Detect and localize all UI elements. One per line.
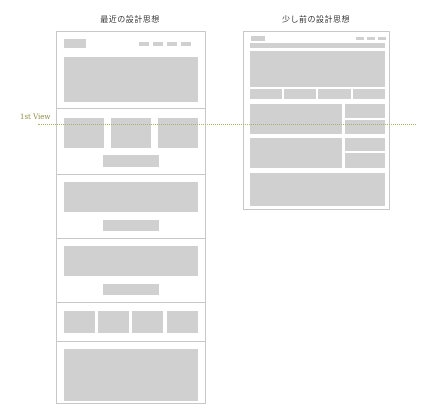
card-placeholder <box>167 311 198 333</box>
logo-placeholder <box>251 36 265 41</box>
card-placeholder <box>158 118 198 148</box>
nav-item-placeholder <box>378 37 386 40</box>
main-visual-placeholder <box>250 51 385 87</box>
footer-placeholder <box>250 173 385 206</box>
tab-placeholder <box>284 89 316 99</box>
card-placeholder <box>64 118 104 148</box>
tab-placeholder <box>250 89 282 99</box>
content-block-placeholder <box>250 138 342 168</box>
sidebar-item-placeholder <box>345 120 385 134</box>
modern-design-title: 最近の設計思想 <box>100 15 160 24</box>
sidebar-item-placeholder <box>345 153 385 168</box>
sidebar-item-placeholder <box>345 138 385 151</box>
nav-item-placeholder <box>181 42 191 46</box>
section-divider <box>57 341 205 342</box>
section-divider <box>57 174 205 175</box>
modern-page-wireframe <box>56 31 206 404</box>
section-divider <box>57 108 205 109</box>
nav-item-placeholder <box>356 37 364 40</box>
sidebar-item-placeholder <box>345 104 385 118</box>
hero-image-placeholder <box>64 57 198 102</box>
nav-item-placeholder <box>153 42 163 46</box>
older-page-wireframe <box>243 31 390 210</box>
content-block-placeholder <box>64 246 198 276</box>
section-divider <box>57 302 205 303</box>
card-placeholder <box>132 311 163 333</box>
tab-placeholder <box>318 89 351 99</box>
section-divider <box>57 238 205 239</box>
button-placeholder <box>103 155 159 167</box>
older-design-title: 少し前の設計思想 <box>282 15 350 24</box>
card-placeholder <box>64 311 95 333</box>
card-placeholder <box>98 311 129 333</box>
first-view-line <box>38 124 416 125</box>
nav-item-placeholder <box>139 42 149 46</box>
tab-placeholder <box>353 89 385 99</box>
content-block-placeholder <box>250 104 342 134</box>
nav-item-placeholder <box>167 42 177 46</box>
card-placeholder <box>111 118 151 148</box>
content-block-placeholder <box>64 182 198 212</box>
button-placeholder <box>103 220 159 231</box>
footer-placeholder <box>64 349 198 401</box>
logo-placeholder <box>64 39 86 48</box>
header-bar-placeholder <box>250 43 385 48</box>
button-placeholder <box>103 284 159 295</box>
first-view-label: 1st View <box>20 113 51 121</box>
nav-item-placeholder <box>367 37 375 40</box>
